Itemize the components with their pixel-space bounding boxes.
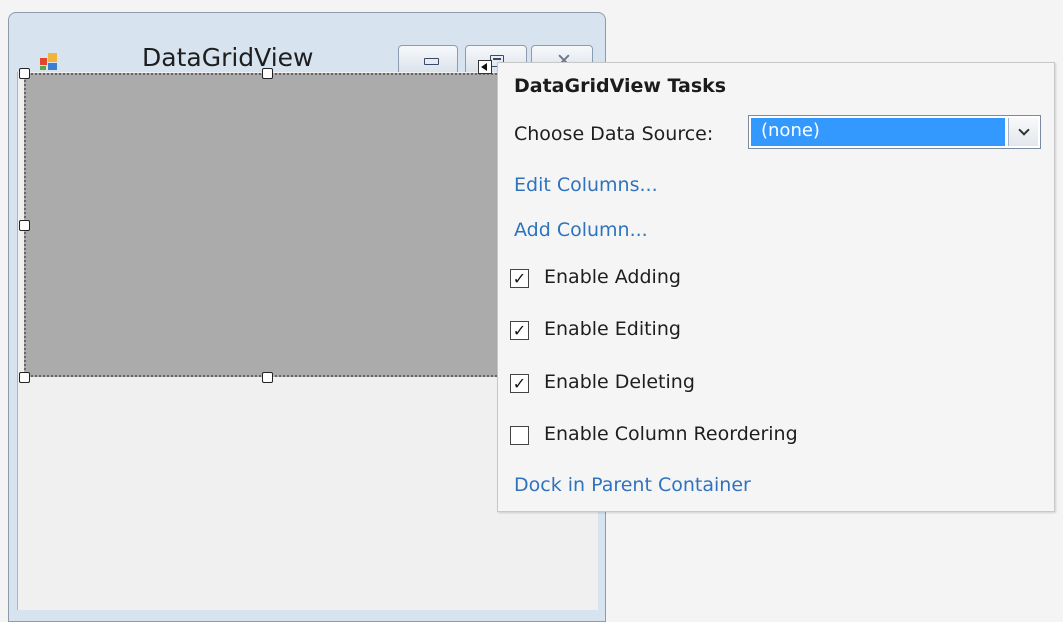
enable-adding-checkbox[interactable]: ✓ [510,269,529,288]
resize-handle-bottom-left[interactable] [19,372,30,383]
resize-handle-bottom-middle[interactable] [262,372,273,383]
enable-deleting-label: Enable Deleting [544,371,695,393]
resize-handle-top-left[interactable] [19,68,30,79]
edit-columns-link[interactable]: Edit Columns... [514,174,658,196]
enable-column-reordering-checkbox[interactable] [510,426,529,445]
enable-column-reordering-label: Enable Column Reordering [544,423,798,445]
minimize-icon [424,58,439,65]
enable-editing-checkbox[interactable]: ✓ [510,321,529,340]
data-source-label: Choose Data Source: [514,123,714,145]
datagridview-tasks-panel: DataGridView Tasks Choose Data Source: (… [497,62,1055,512]
dropdown-arrow-button[interactable] [1008,118,1038,146]
chevron-down-icon [1018,124,1030,136]
datagridview-control[interactable] [24,73,501,377]
resize-handle-top-middle[interactable] [262,68,273,79]
data-source-selected-value[interactable]: (none) [751,118,1005,146]
dock-in-parent-container-link[interactable]: Dock in Parent Container [514,474,751,496]
enable-adding-label: Enable Adding [544,266,681,288]
enable-editing-label: Enable Editing [544,318,681,340]
form-title: DataGridView [142,43,314,72]
data-source-dropdown[interactable]: (none) [748,115,1041,149]
minimize-button[interactable] [398,45,458,75]
smart-tag-arrow-icon [481,63,487,71]
resize-handle-middle-left[interactable] [19,220,30,231]
add-column-link[interactable]: Add Column... [514,219,648,241]
tasks-panel-title: DataGridView Tasks [514,75,727,97]
form-app-icon [40,53,57,70]
smart-tag-glyph[interactable] [478,60,492,74]
enable-deleting-checkbox[interactable]: ✓ [510,374,529,393]
